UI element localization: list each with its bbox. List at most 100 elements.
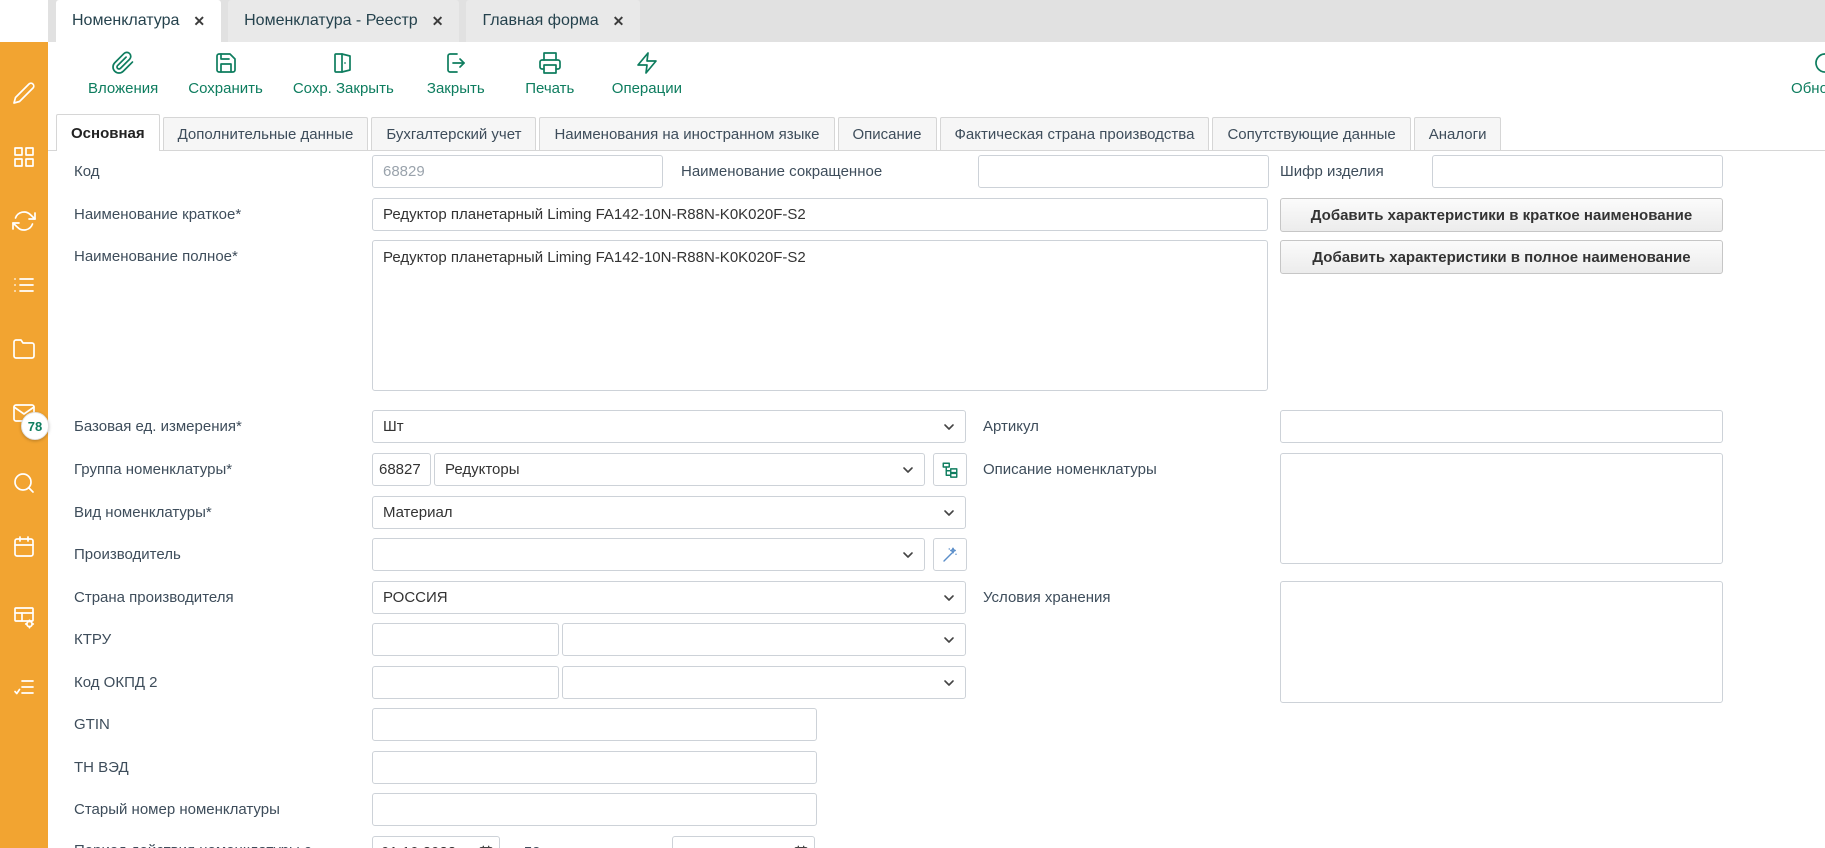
code-label: Код: [74, 163, 100, 180]
chevron-down-icon: [941, 505, 957, 521]
country-select[interactable]: РОССИЯ: [372, 581, 966, 614]
group-tree-button[interactable]: [933, 453, 967, 486]
close-icon[interactable]: ✕: [193, 13, 205, 30]
article-label: Артикул: [983, 418, 1039, 435]
close-icon[interactable]: ✕: [432, 13, 444, 30]
tnved-field[interactable]: [372, 751, 817, 784]
storage-field[interactable]: [1280, 581, 1723, 703]
tab-osnovnaya[interactable]: Основная: [56, 114, 160, 151]
list-icon[interactable]: [12, 273, 36, 297]
refresh-icon[interactable]: [12, 209, 36, 233]
group-select[interactable]: Редукторы: [434, 453, 925, 486]
chevron-down-icon: [900, 547, 916, 563]
toolbar-label: Сохр. Закрыть: [293, 80, 394, 97]
country-label: Страна производителя: [74, 589, 234, 606]
operations-button[interactable]: Операции: [612, 51, 682, 97]
window-tab-main-form[interactable]: Главная форма ✕: [466, 0, 640, 42]
period-to-field[interactable]: [672, 836, 815, 848]
refresh-icon: [1813, 51, 1825, 75]
paperclip-icon: [111, 51, 135, 75]
article-field[interactable]: [1280, 410, 1723, 443]
close-button[interactable]: Закрыть: [424, 51, 488, 97]
cipher-label: Шифр изделия: [1280, 163, 1384, 180]
add-characteristics-short-button[interactable]: Добавить характеристики в краткое наимен…: [1280, 198, 1723, 232]
calendar-icon[interactable]: [793, 845, 809, 848]
add-characteristics-full-button[interactable]: Добавить характеристики в полное наимено…: [1280, 240, 1723, 274]
tnved-label: ТН ВЭД: [74, 759, 129, 776]
base-unit-select[interactable]: Шт: [372, 410, 966, 443]
tree-icon: [941, 461, 959, 479]
kind-select[interactable]: Материал: [372, 496, 966, 529]
tab-analogi[interactable]: Аналоги: [1414, 117, 1502, 150]
ktru-label: КТРУ: [74, 631, 111, 648]
description-field[interactable]: [1280, 453, 1723, 564]
cipher-field[interactable]: [1432, 155, 1723, 188]
okpd2-select[interactable]: [562, 666, 966, 699]
chevron-down-icon: [941, 419, 957, 435]
refresh-button[interactable]: Обновить: [1765, 51, 1825, 97]
calendar-icon[interactable]: [12, 535, 36, 559]
print-button[interactable]: Печать: [518, 51, 582, 97]
form-tab-bar: Основная Дополнительные данные Бухгалтер…: [48, 114, 1825, 151]
kind-value: Материал: [383, 504, 453, 521]
printer-icon: [538, 51, 562, 75]
okpd2-code-field[interactable]: [372, 666, 559, 699]
period-from-value: 01.10.2022: [381, 844, 456, 848]
tab-strana-proizvodstva[interactable]: Фактическая страна производства: [940, 117, 1210, 150]
tab-dopolnitelnye-dannye[interactable]: Дополнительные данные: [163, 117, 369, 150]
save-button[interactable]: Сохранить: [188, 51, 263, 97]
code-field[interactable]: [372, 155, 663, 188]
group-value: Редукторы: [445, 461, 520, 478]
group-code-field[interactable]: [372, 453, 431, 486]
name-short-field[interactable]: [372, 198, 1268, 231]
checklist-icon[interactable]: [12, 675, 36, 699]
toolbar: Вложения Сохранить Сохр. Закрыть Закрыть…: [48, 42, 1825, 114]
ktru-code-field[interactable]: [372, 623, 559, 656]
window-tab-label: Главная форма: [482, 12, 598, 30]
folder-icon[interactable]: [12, 337, 36, 361]
manufacturer-wizard-button[interactable]: [933, 538, 967, 571]
tab-buhgalterskiy-uchet[interactable]: Бухгалтерский учет: [371, 117, 536, 150]
pencil-icon[interactable]: [12, 81, 36, 105]
toolbar-label: Обновить: [1791, 80, 1825, 97]
name-full-field[interactable]: Редуктор планетарный Liming FA142-10N-R8…: [372, 240, 1268, 391]
base-unit-label: Базовая ед. измерения*: [74, 418, 242, 435]
period-from-field[interactable]: 01.10.2022: [372, 836, 500, 848]
old-number-field[interactable]: [372, 793, 817, 826]
window-tab-bar: Номенклатура ✕ Номенклатура - Реестр ✕ Г…: [48, 0, 1825, 42]
toolbar-label: Закрыть: [427, 80, 485, 97]
table-gear-icon[interactable]: [12, 605, 36, 629]
description-label: Описание номенклатуры: [983, 461, 1157, 478]
group-label: Группа номенклатуры*: [74, 461, 232, 478]
mail-count-badge: 78: [21, 412, 49, 440]
modules-icon[interactable]: [12, 145, 36, 169]
old-number-label: Старый номер номенклатуры: [74, 801, 280, 818]
okpd2-label: Код ОКПД 2: [74, 674, 158, 691]
app-window: Номенклатура ✕ Номенклатура - Реестр ✕ Г…: [0, 0, 1825, 848]
gtin-field[interactable]: [372, 708, 817, 741]
close-icon[interactable]: ✕: [613, 13, 625, 30]
window-tab-reestr[interactable]: Номенклатура - Реестр ✕: [228, 0, 459, 42]
calendar-icon[interactable]: [478, 845, 494, 848]
window-tab-label: Номенклатура - Реестр: [244, 12, 418, 30]
window-tab-nomenklatura[interactable]: Номенклатура ✕: [56, 0, 221, 42]
chevron-down-icon: [941, 632, 957, 648]
tab-soputstvuyushchie-dannye[interactable]: Сопутствующие данные: [1212, 117, 1410, 150]
ktru-select[interactable]: [562, 623, 966, 656]
tab-inostrannye-naimenovaniya[interactable]: Наименования на иностранном языке: [539, 117, 834, 150]
name-reduced-field[interactable]: [978, 155, 1269, 188]
chevron-down-icon: [900, 462, 916, 478]
kind-label: Вид номенклатуры*: [74, 504, 212, 521]
toolbar-label: Сохранить: [188, 80, 263, 97]
lightning-icon: [635, 51, 659, 75]
attachments-button[interactable]: Вложения: [88, 51, 158, 97]
window-tab-label: Номенклатура: [72, 12, 179, 30]
base-unit-value: Шт: [383, 418, 404, 435]
name-full-label: Наименование полное*: [74, 248, 238, 265]
sidebar: 78: [0, 42, 48, 848]
manufacturer-select[interactable]: [372, 538, 925, 571]
save-close-button[interactable]: Сохр. Закрыть: [293, 51, 394, 97]
toolbar-label: Печать: [525, 80, 574, 97]
search-icon[interactable]: [12, 471, 36, 495]
tab-opisanie[interactable]: Описание: [838, 117, 937, 150]
